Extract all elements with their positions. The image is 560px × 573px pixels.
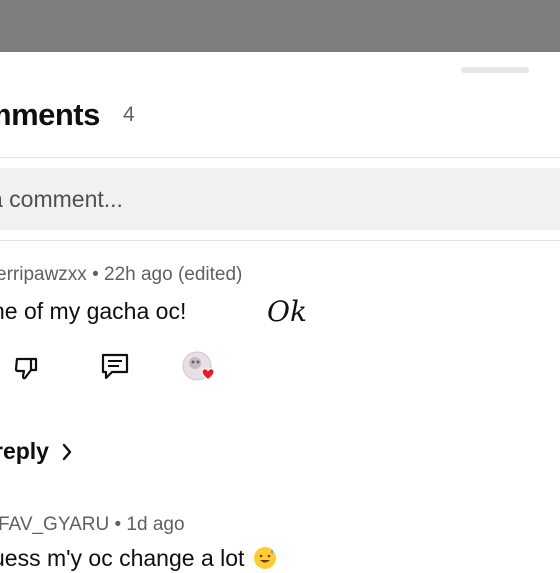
comment-text: ne of my gacha oc! bbox=[0, 298, 187, 324]
comment-text-content: uess m'y oc change a lot bbox=[0, 545, 245, 571]
dimmed-video-area bbox=[0, 0, 560, 52]
view-replies-label: reply bbox=[0, 438, 49, 464]
chevron-right-icon bbox=[63, 443, 72, 461]
creator-heart-avatar-icon[interactable] bbox=[181, 350, 221, 386]
comments-title: mments bbox=[0, 97, 100, 132]
comment-author-meta: FAV_GYARU • 1d ago bbox=[0, 514, 185, 535]
handwritten-annotation: Ok bbox=[267, 295, 307, 328]
add-comment-input[interactable] bbox=[0, 168, 550, 230]
comment-reply-icon[interactable] bbox=[99, 352, 131, 382]
view-replies-link[interactable]: reply bbox=[0, 436, 73, 466]
grinning-sweat-emoji-icon bbox=[253, 547, 276, 569]
comment-input-divider bbox=[0, 240, 560, 241]
comment-text: uess m'y oc change a lot bbox=[0, 542, 277, 573]
drag-handle[interactable] bbox=[461, 67, 529, 73]
thumbs-down-icon[interactable] bbox=[13, 353, 43, 383]
header-divider bbox=[0, 157, 560, 158]
add-comment-box[interactable] bbox=[0, 168, 560, 230]
comment-author-meta: erripawzxx • 22h ago (edited) bbox=[0, 264, 243, 285]
comments-count: 4 bbox=[123, 103, 135, 126]
